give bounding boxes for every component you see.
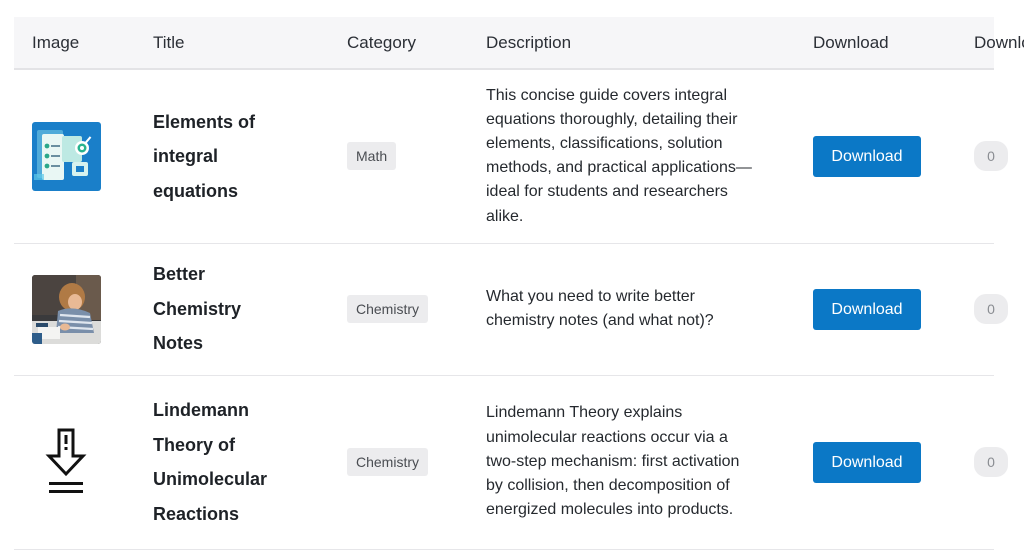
image-cell (14, 243, 135, 375)
title-cell: Lindemann Theory of Unimolecular Reactio… (135, 375, 329, 549)
header-download: Download (813, 32, 889, 52)
header-row: Image Title Category Description Downloa… (14, 17, 1024, 69)
table-row: Lindemann Theory of Unimolecular Reactio… (14, 375, 1008, 549)
description-cell: What you need to write better chemistry … (468, 243, 795, 375)
download-button[interactable]: Download (813, 135, 921, 177)
description-cell: Lindemann Theory explains unimolecular r… (468, 375, 795, 549)
download-cell: Download (795, 375, 956, 549)
table-row: Elements of integral equations Math This… (14, 69, 1008, 243)
category-cell: Chemistry (329, 243, 468, 375)
child-writing-photo-icon (32, 274, 101, 344)
downloads-cell: 0 (956, 375, 1008, 549)
category-cell: Math (329, 69, 468, 243)
table-row: Better Chemistry Notes Chemistry What yo… (14, 243, 1008, 375)
title-cell: Better Chemistry Notes (135, 243, 329, 375)
image-cell (14, 375, 135, 549)
category-badge: Chemistry (347, 295, 429, 323)
description-cell: This concise guide covers integral equat… (468, 69, 795, 243)
download-button[interactable]: Download (813, 288, 921, 330)
image-cell (14, 69, 135, 243)
category-cell: Chemistry (329, 375, 468, 549)
download-count-badge: 0 (974, 294, 1008, 324)
download-button[interactable]: Download (813, 441, 921, 483)
downloads-table: Image Title Category Description Downloa… (14, 17, 1024, 550)
infographic-thumbnail-icon (32, 121, 101, 191)
item-description: What you need to write better chemistry … (486, 287, 714, 329)
item-description: Lindemann Theory explains unimolecular r… (486, 404, 740, 519)
table-header: Image Title Category Description Downloa… (14, 17, 1024, 69)
item-title: Lindemann Theory of Unimolecular Reactio… (153, 400, 268, 524)
item-title: Elements of integral equations (153, 111, 256, 201)
header-category: Category (347, 32, 416, 52)
header-description: Description (486, 32, 572, 52)
download-cell: Download (795, 243, 956, 375)
item-title: Better Chemistry Notes (153, 264, 242, 354)
item-description: This concise guide covers integral equat… (486, 86, 752, 225)
header-title: Title (153, 32, 185, 52)
download-arrow-icon (32, 427, 101, 497)
category-badge: Math (347, 142, 397, 171)
downloads-cell: 0 (956, 243, 1008, 375)
category-badge: Chemistry (347, 448, 429, 476)
download-count-badge: 0 (974, 141, 1008, 172)
header-downloads: Downloads (974, 32, 1024, 52)
downloads-table-container: Image Title Category Description Downloa… (14, 17, 1024, 550)
download-count-badge: 0 (974, 447, 1008, 477)
title-cell: Elements of integral equations (135, 69, 329, 243)
header-image: Image (32, 32, 80, 52)
downloads-cell: 0 (956, 69, 1008, 243)
download-cell: Download (795, 69, 956, 243)
